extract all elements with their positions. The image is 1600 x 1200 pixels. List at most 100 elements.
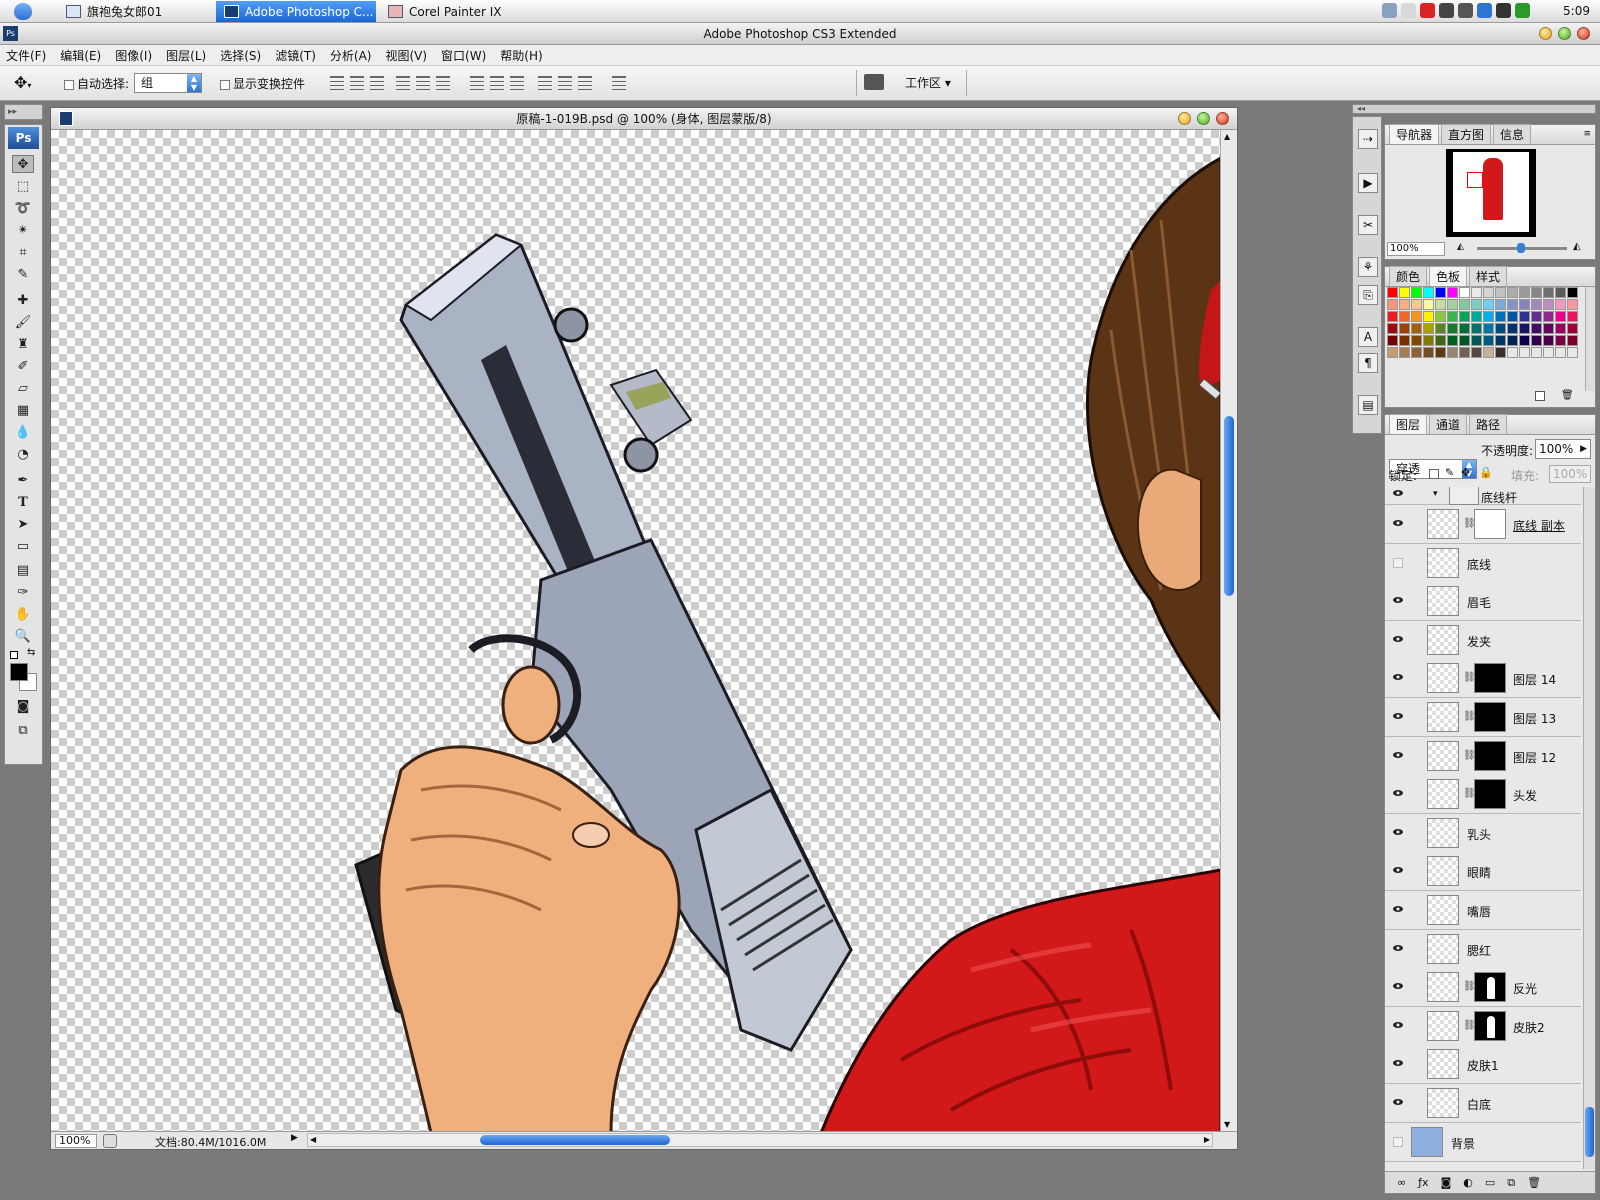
color-swatch[interactable] [1459,323,1470,334]
character-icon[interactable]: A [1358,327,1378,347]
tab-swatches[interactable]: 色板 [1429,266,1468,286]
color-swatch[interactable] [1519,311,1530,322]
menu-image[interactable]: 图像(I) [115,47,152,64]
color-swatch[interactable] [1435,347,1446,358]
lock-pixels-icon[interactable]: ✎ [1445,466,1454,479]
color-swatch[interactable] [1423,335,1434,346]
eye-icon[interactable] [1393,751,1403,761]
navigator-preview[interactable] [1446,149,1536,237]
move-tool-icon[interactable]: ✥ [12,155,34,173]
color-swatch[interactable] [1507,347,1518,358]
screen-mode-icon[interactable]: ⧉ [12,721,34,739]
apple-menu-icon[interactable] [14,3,32,20]
color-swatch[interactable] [1447,323,1458,334]
color-swatch[interactable] [1555,347,1566,358]
color-swatch[interactable] [1483,347,1494,358]
new-layer-icon[interactable]: ⧉ [1507,1176,1515,1190]
distribute-left-icon[interactable] [538,76,552,90]
move-tool-preset-icon[interactable]: ✥▾ [14,73,31,92]
marquee-tool-icon[interactable]: ⬚ [12,177,34,195]
layers-scrollbar[interactable] [1583,487,1595,1169]
lock-position-icon[interactable]: ✥ [1461,466,1470,479]
color-swatch[interactable] [1471,299,1482,310]
actions-icon[interactable]: ▶ [1358,173,1378,193]
panel-menu-icon[interactable]: ≡ [1583,129,1591,139]
color-swatch[interactable] [1567,335,1578,346]
color-swatch[interactable] [1459,311,1470,322]
distribute-hcenter-icon[interactable] [558,76,572,90]
distribute-top-icon[interactable] [470,76,484,90]
eye-icon[interactable] [1393,982,1403,992]
color-swatch[interactable] [1507,323,1518,334]
menu-select[interactable]: 选择(S) [220,47,261,64]
layer-row[interactable]: ⛓ 图层 13 [1385,698,1581,737]
color-swatch[interactable] [1471,347,1482,358]
color-swatch[interactable] [1483,299,1494,310]
maximize-button[interactable] [1558,27,1571,40]
color-swatch[interactable] [1435,335,1446,346]
eye-icon[interactable] [1393,1098,1403,1108]
zoom-field[interactable]: 100% [55,1134,97,1148]
color-swatch[interactable] [1519,299,1530,310]
show-transform-checkbox[interactable] [220,79,230,90]
color-swatch[interactable] [1543,311,1554,322]
paragraph-icon[interactable]: ¶ [1358,353,1378,373]
update-icon[interactable] [1515,3,1530,18]
horizontal-scrollbar[interactable]: ◀ ▶ [307,1133,1213,1147]
color-swatch[interactable] [1447,299,1458,310]
opacity-field[interactable]: 100% ▶ [1535,439,1591,459]
layer-row[interactable]: 腮红 [1385,929,1581,969]
color-swatch[interactable] [1507,311,1518,322]
taskbar-item-folder[interactable]: 旗袍兔女郎01 [58,1,208,22]
zoom-slider[interactable] [1477,243,1567,253]
layer-comps-icon[interactable]: ▤ [1358,395,1378,415]
doc-close-button[interactable] [1216,112,1229,125]
eye-icon[interactable] [1393,789,1403,799]
eyedropper-tool-icon[interactable]: ✑ [12,583,34,601]
vertical-scrollbar[interactable]: ▲ ▼ [1220,130,1237,1133]
color-swatch[interactable] [1471,323,1482,334]
color-swatch[interactable] [1495,311,1506,322]
magic-wand-tool-icon[interactable]: ✴ [12,221,34,239]
color-swatch[interactable] [1435,299,1446,310]
eye-icon[interactable] [1393,489,1403,499]
layer-row[interactable]: 背景 [1385,1122,1581,1162]
close-button[interactable] [1577,27,1590,40]
color-swatch[interactable] [1399,335,1410,346]
align-hcenter-icon[interactable] [416,76,430,90]
tab-histogram[interactable]: 直方图 [1441,124,1492,144]
tab-navigator[interactable]: 导航器 [1389,124,1440,144]
preview-viewport[interactable] [1467,172,1483,188]
color-swatch[interactable] [1519,347,1530,358]
color-swatch[interactable] [1423,347,1434,358]
minimize-button[interactable] [1539,27,1552,40]
align-right-icon[interactable] [436,76,450,90]
color-swatch[interactable] [1555,287,1566,298]
color-swatch[interactable] [1555,335,1566,346]
pen-tool-icon[interactable]: ✒ [12,471,34,489]
zoom-out-icon[interactable]: ◭ [1457,242,1464,252]
lock-transparent-icon[interactable] [1429,469,1439,479]
eye-icon[interactable] [1393,944,1403,954]
color-swatch[interactable] [1399,323,1410,334]
color-swatch[interactable] [1567,299,1578,310]
eye-icon[interactable] [1393,712,1403,722]
color-swatch[interactable] [1387,323,1398,334]
eye-icon[interactable] [1393,596,1403,606]
clone-source-icon[interactable]: ⎘ [1358,285,1378,305]
dock-collapse-bar[interactable]: ◂◂ [1352,104,1596,114]
layer-mask-thumbnail[interactable] [1474,509,1506,539]
layer-mask-thumbnail[interactable] [1474,702,1506,732]
tab-layers[interactable]: 图层 [1389,414,1428,434]
color-swatch[interactable] [1495,347,1506,358]
color-swatch[interactable] [1531,323,1542,334]
layer-mask-thumbnail[interactable] [1474,1010,1506,1041]
tool-presets-icon[interactable]: ✂ [1358,215,1378,235]
tab-channels[interactable]: 通道 [1429,414,1468,434]
layer-mask-thumbnail[interactable] [1474,663,1506,694]
auto-select-checkbox[interactable] [64,79,74,90]
opacity-arrow-icon[interactable]: ▶ [1580,440,1587,458]
layers-scroll-thumb[interactable] [1585,1107,1594,1157]
history-brush-tool-icon[interactable]: ✐ [12,357,34,375]
type-tool-icon[interactable]: T [12,493,34,511]
